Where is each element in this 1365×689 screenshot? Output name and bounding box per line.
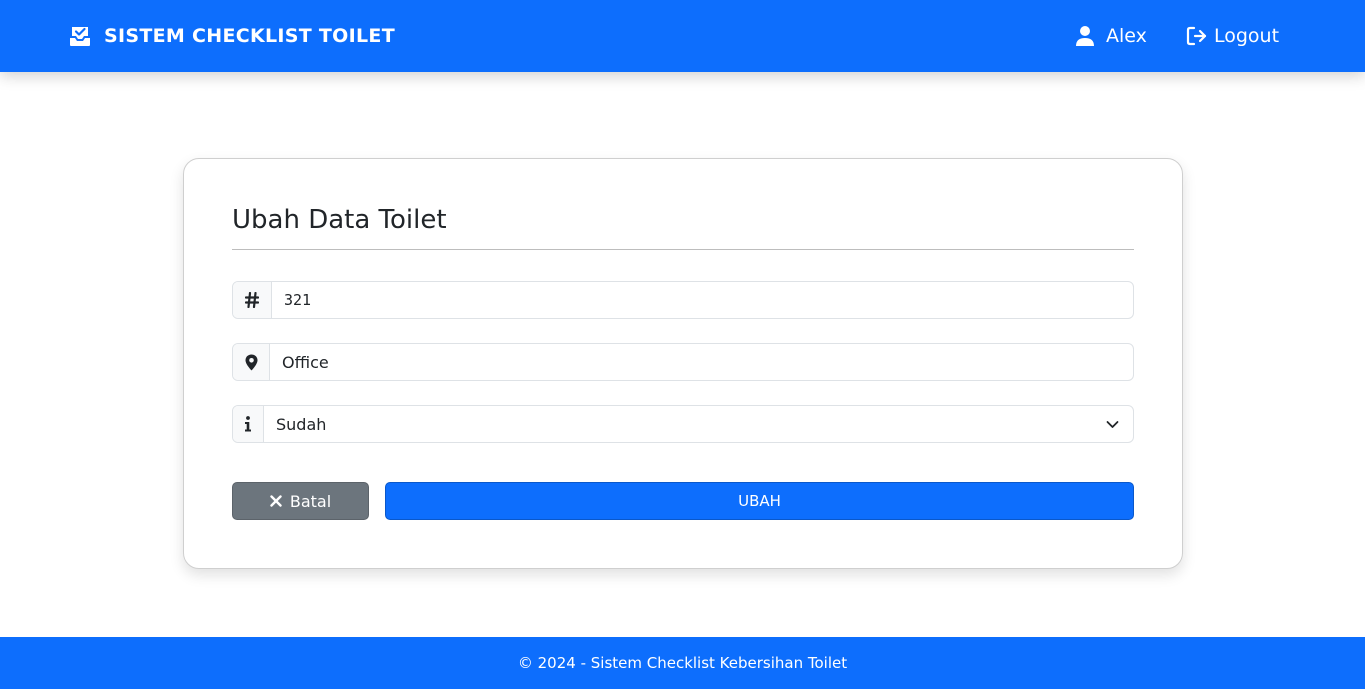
inbox-check-icon: [68, 25, 92, 47]
brand-title: SISTEM CHECKLIST TOILET: [104, 25, 395, 47]
status-selected-value: Sudah: [276, 414, 327, 434]
location-input[interactable]: Office: [270, 344, 1133, 380]
page-title: Ubah Data Toilet: [232, 205, 447, 235]
user-menu[interactable]: Alex: [1074, 0, 1147, 72]
footer-text: © 2024 - Sistem Checklist Kebersihan Toi…: [517, 654, 848, 672]
cancel-label: Batal: [289, 491, 332, 511]
footer: © 2024 - Sistem Checklist Kebersihan Toi…: [0, 637, 1365, 689]
location-group: Office: [232, 343, 1134, 381]
info-icon: [233, 406, 264, 442]
user-icon: [1074, 25, 1096, 47]
title-divider: [232, 249, 1134, 250]
hash-icon: [233, 282, 272, 318]
toilet-id-input[interactable]: 321: [272, 282, 1133, 318]
map-pin-icon: [233, 344, 270, 380]
brand[interactable]: SISTEM CHECKLIST TOILET: [68, 0, 395, 72]
chevron-down-icon: [1106, 421, 1119, 428]
top-navbar: SISTEM CHECKLIST TOILET Alex Logout: [0, 0, 1365, 72]
user-name: Alex: [1106, 25, 1147, 47]
logout-icon: [1186, 26, 1208, 46]
status-group: Sudah: [232, 405, 1134, 443]
cancel-button[interactable]: Batal: [232, 482, 369, 520]
edit-toilet-card: Ubah Data Toilet 321 Office Sudah Batal …: [183, 158, 1183, 569]
toilet-id-group: 321: [232, 281, 1134, 319]
close-icon: [270, 495, 282, 507]
logout-link[interactable]: Logout: [1186, 0, 1279, 72]
logout-label: Logout: [1214, 25, 1280, 47]
status-select[interactable]: Sudah: [264, 406, 1133, 442]
submit-button[interactable]: UBAH: [385, 482, 1134, 520]
